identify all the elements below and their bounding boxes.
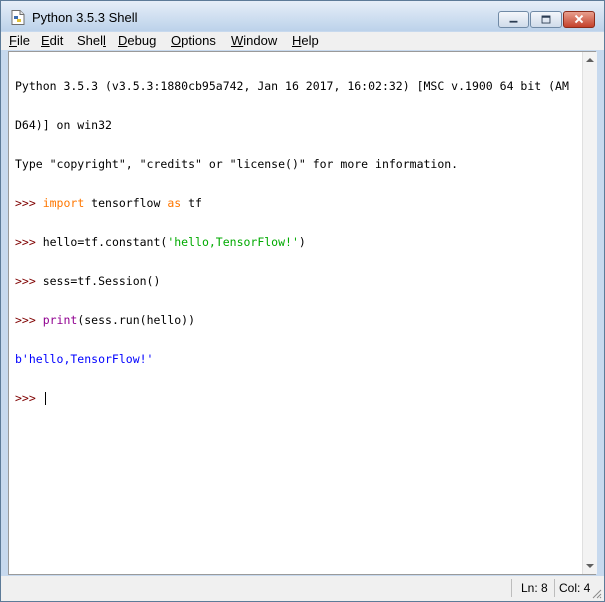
string-literal: 'hello,TensorFlow!' [167,235,299,249]
command-text: sess=tf.Session() [42,274,161,288]
command-text: ) [298,235,306,249]
menu-help-label: elp [301,33,319,48]
maximize-icon [541,15,551,24]
maximize-button[interactable] [530,11,562,28]
command-line-1: >>> import tensorflow as tf [15,197,581,210]
menu-window-label: indow [243,33,278,48]
idle-shell-window: Python 3.5.3 Shell File Edit Shell Debug… [0,0,605,602]
menu-debug-label: ebug [127,33,157,48]
status-bar: Ln: 8 Col: 4 [1,576,604,601]
menu-options[interactable]: Options [171,33,216,48]
minimize-icon [509,20,518,23]
menu-options-label: ptions [181,33,216,48]
title-bar[interactable]: Python 3.5.3 Shell [1,1,604,31]
menu-shell-label: Shel [77,33,104,48]
minimize-button[interactable] [498,11,529,28]
status-divider [511,579,512,597]
menu-window[interactable]: Window [231,33,277,48]
python-file-icon [11,10,25,25]
banner-line-3: Type "copyright", "credits" or "license(… [15,157,459,171]
command-text: tf [181,196,202,210]
scroll-up-arrow-icon[interactable] [585,55,595,65]
command-line-3: >>> sess=tf.Session() [15,275,581,288]
shell-text-area[interactable]: Python 3.5.3 (v3.5.3:1880cb95a742, Jan 1… [8,51,597,575]
command-line-2: >>> hello=tf.constant('hello,TensorFlow!… [15,236,581,249]
status-divider [554,579,555,597]
window-title: Python 3.5.3 Shell [32,10,138,25]
menu-file[interactable]: File [9,33,30,48]
banner-line-2: D64)] on win32 [15,118,112,132]
shell-output[interactable]: Python 3.5.3 (v3.5.3:1880cb95a742, Jan 1… [15,54,581,572]
prompt: >>> [15,235,43,249]
text-cursor [44,392,46,405]
menu-shell[interactable]: Shell [77,33,106,48]
banner-line-1: Python 3.5.3 (v3.5.3:1880cb95a742, Jan 1… [15,79,569,93]
close-icon [574,14,584,24]
menu-edit-label: dit [49,33,64,48]
prompt: >>> [15,391,43,405]
scroll-down-arrow-icon[interactable] [585,561,595,571]
menu-edit[interactable]: Edit [41,33,63,48]
menu-help[interactable]: Help [292,33,319,48]
vertical-scrollbar[interactable] [582,52,597,574]
active-prompt-line[interactable]: >>> [15,392,581,405]
keyword-import: import [42,196,85,210]
prompt: >>> [15,274,43,288]
resize-grip-icon[interactable] [590,587,602,599]
line-number-status: Ln: 8 [521,581,548,595]
output-line: b'hello,TensorFlow!' [15,352,154,366]
close-button[interactable] [563,11,595,28]
menu-debug[interactable]: Debug [118,33,156,48]
prompt: >>> [15,313,43,327]
command-line-4: >>> print(sess.run(hello)) [15,314,581,327]
command-text: hello=tf.constant( [42,235,168,249]
prompt: >>> [15,196,43,210]
builtin-print: print [42,313,78,327]
column-number-status: Col: 4 [559,581,591,595]
command-text: tensorflow [84,196,168,210]
command-text: (sess.run(hello)) [77,313,196,327]
keyword-as: as [167,196,182,210]
menu-file-label: ile [16,33,30,48]
menu-bar: File Edit Shell Debug Options Window Hel… [1,32,604,50]
